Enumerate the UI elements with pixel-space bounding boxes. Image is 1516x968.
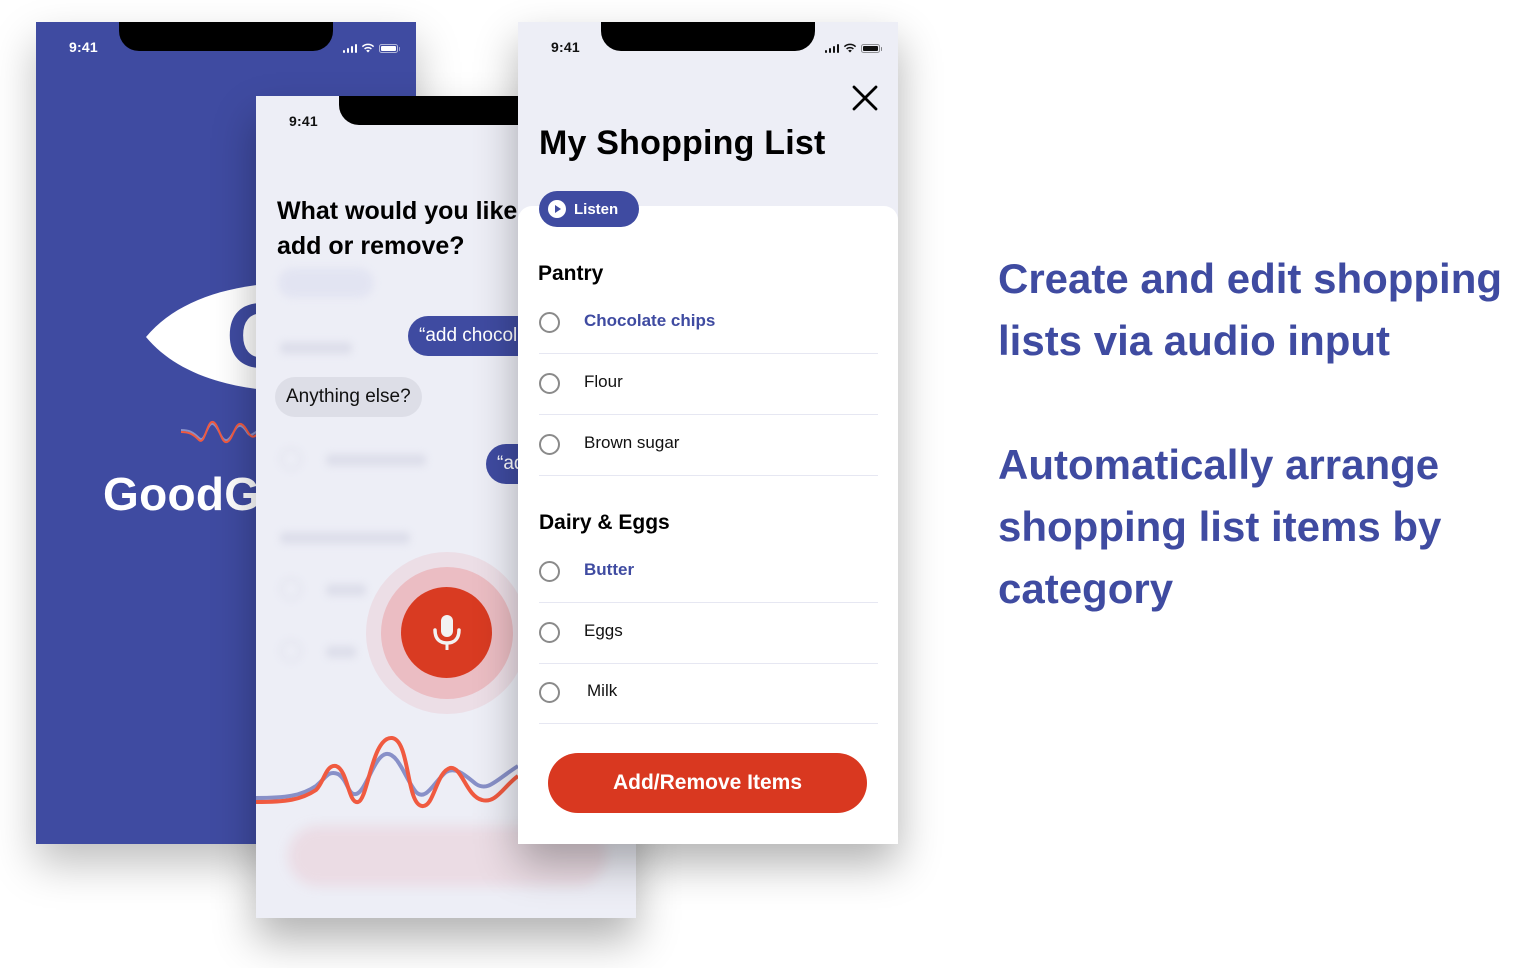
- item-name: Chocolate chips: [584, 311, 716, 330]
- blurred-listen-button: [278, 268, 374, 298]
- list-item[interactable]: Chocolate chips: [539, 293, 878, 354]
- category-heading-dairy-eggs: Dairy & Eggs: [539, 511, 670, 534]
- signal-icon: [824, 43, 839, 53]
- feature-line: shopping list items by: [998, 503, 1442, 550]
- status-bar: 9:41: [518, 22, 898, 72]
- battery-icon: [861, 44, 882, 53]
- battery-icon: [379, 44, 400, 53]
- assistant-speech-bubble: Anything else?: [275, 377, 422, 417]
- blurred-item: [326, 646, 356, 658]
- device-notch: [601, 22, 815, 51]
- add-remove-items-button[interactable]: Add/Remove Items: [548, 753, 867, 813]
- feature-line: Automatically arrange: [998, 441, 1440, 488]
- listen-button-label: Listen: [574, 200, 619, 218]
- blurred-item: [326, 584, 366, 596]
- item-name: Eggs: [584, 621, 623, 640]
- category-heading-pantry: Pantry: [538, 262, 604, 285]
- shopping-list-card: Pantry Chocolate chips Flour Brown sugar…: [518, 206, 898, 844]
- feature-line: category: [998, 565, 1174, 612]
- signal-icon: [342, 43, 357, 53]
- item-name: Milk: [587, 681, 618, 700]
- status-bar: 9:41: [36, 22, 416, 72]
- item-checkbox[interactable]: [539, 434, 560, 455]
- microphone-button[interactable]: [401, 587, 492, 678]
- blurred-category: [280, 532, 410, 544]
- item-checkbox[interactable]: [539, 682, 560, 703]
- feature-line: lists via audio input: [998, 317, 1391, 364]
- item-name: Flour: [584, 372, 623, 391]
- play-circle-icon: [548, 200, 566, 218]
- item-checkbox[interactable]: [539, 561, 560, 582]
- wifi-icon: [361, 43, 375, 53]
- list-item[interactable]: Flour: [539, 354, 878, 415]
- blurred-radio: [280, 448, 302, 470]
- item-checkbox[interactable]: [539, 312, 560, 333]
- item-name: Butter: [584, 560, 635, 579]
- feature-auto-arrange: Automatically arrange shopping list item…: [998, 434, 1516, 620]
- status-icons: [824, 41, 882, 53]
- close-icon[interactable]: [852, 85, 878, 111]
- status-time: 9:41: [289, 113, 318, 129]
- blurred-category: [280, 342, 352, 354]
- blurred-radio: [280, 640, 302, 662]
- list-item[interactable]: Butter: [539, 542, 878, 603]
- blurred-radio: [280, 578, 302, 600]
- wifi-icon: [843, 43, 857, 53]
- page-title: My Shopping List: [539, 124, 826, 162]
- listen-button[interactable]: Listen: [539, 191, 639, 227]
- device-notch: [119, 22, 333, 51]
- item-name: Brown sugar: [584, 433, 680, 452]
- status-icons: [342, 41, 400, 53]
- item-checkbox[interactable]: [539, 373, 560, 394]
- shopping-list-screen: 9:41 My Shopping List Listen Pantry Choc…: [518, 22, 898, 844]
- feature-list: Create and edit shopping lists via audio…: [998, 248, 1516, 620]
- status-time: 9:41: [69, 39, 98, 55]
- microphone-icon: [432, 614, 461, 650]
- list-item[interactable]: Brown sugar: [539, 415, 878, 476]
- feature-line: Create and edit shopping: [998, 255, 1503, 302]
- list-item[interactable]: Milk: [539, 663, 878, 724]
- blurred-item: [326, 454, 426, 466]
- item-checkbox[interactable]: [539, 622, 560, 643]
- status-time: 9:41: [551, 39, 580, 55]
- list-item[interactable]: Eggs: [539, 603, 878, 664]
- feature-audio-input: Create and edit shopping lists via audio…: [998, 248, 1516, 372]
